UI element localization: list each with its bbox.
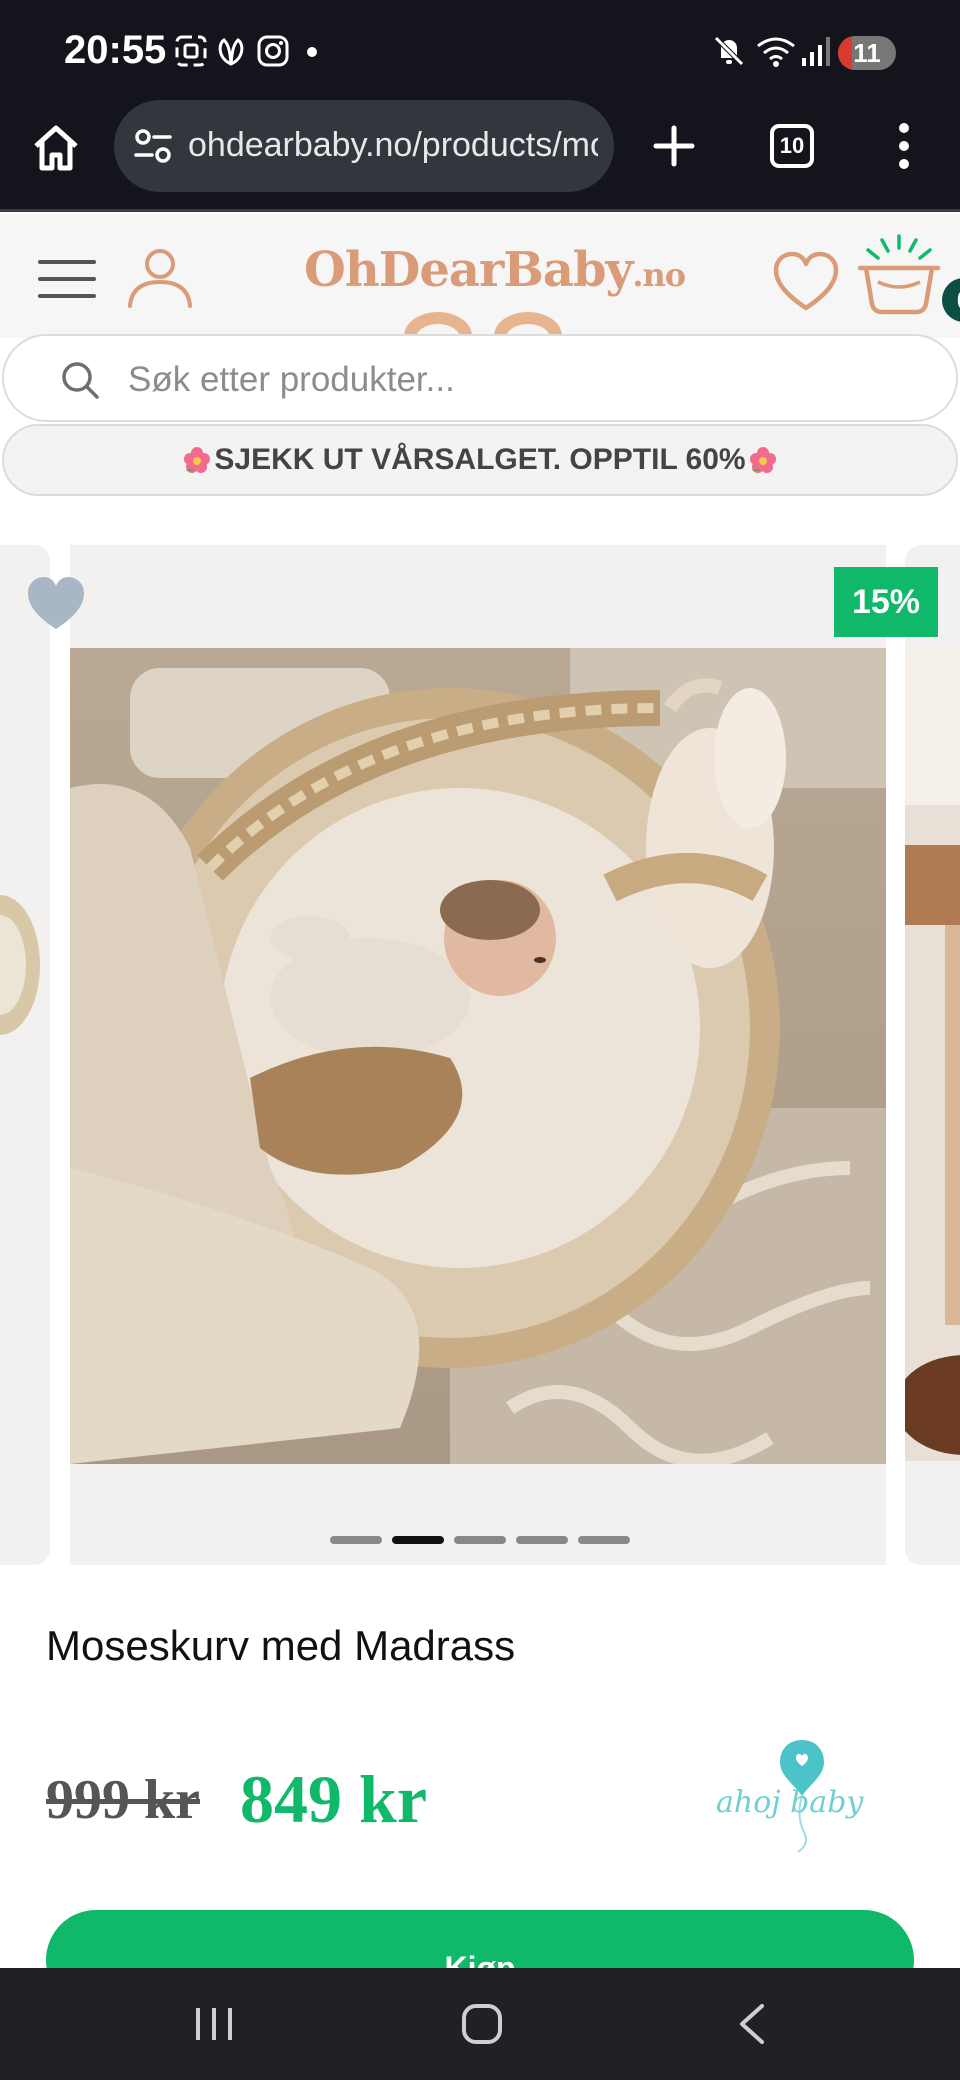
carousel-pagination: [330, 1536, 630, 1544]
wishlist-icon[interactable]: [772, 250, 840, 312]
signal-icon: [802, 37, 830, 66]
account-icon[interactable]: [124, 248, 196, 308]
system-navigation-bar: [0, 1968, 960, 2080]
discount-badge: 15%: [834, 567, 938, 637]
flower-emoji-icon: [749, 447, 776, 473]
previous-slide-image: [0, 895, 40, 1035]
promo-text: SJEKK UT VÅRSALGET. OPPTIL 60%: [214, 443, 746, 476]
site-logo[interactable]: OhDearBaby.no: [304, 242, 686, 298]
carousel-dot[interactable]: [578, 1536, 630, 1544]
back-icon[interactable]: [734, 2002, 768, 2046]
next-slide[interactable]: [905, 545, 960, 1565]
notification-dot: [307, 47, 317, 57]
tab-switcher-button[interactable]: 10: [770, 124, 814, 168]
home-nav-icon[interactable]: [460, 2002, 504, 2046]
status-bar: 20:55 11: [0, 0, 960, 100]
product-title: Moseskurv med Madrass: [46, 1622, 516, 1669]
new-tab-icon[interactable]: [650, 122, 698, 170]
carousel-dot[interactable]: [330, 1536, 382, 1544]
next-slide-image: [905, 645, 960, 1461]
url-text[interactable]: ohdearbaby.no/products/moseskurv-med-mad…: [188, 126, 598, 165]
search-field[interactable]: Søk etter produkter...: [2, 334, 958, 422]
recent-apps-icon[interactable]: [192, 2004, 236, 2044]
carousel-dot[interactable]: [454, 1536, 506, 1544]
logo-tld: .no: [632, 256, 686, 294]
home-icon[interactable]: [30, 122, 82, 174]
original-price: 999 kr: [46, 1769, 200, 1831]
browser-toolbar: ohdearbaby.no/products/moseskurv-med-mad…: [0, 100, 960, 212]
favorite-heart-icon[interactable]: [26, 575, 86, 631]
product-photo: [70, 648, 886, 1464]
status-time: 20:55: [64, 28, 167, 72]
logo-text: OhDearBaby: [304, 242, 633, 298]
promo-banner[interactable]: SJEKK UT VÅRSALGET. OPPTIL 60%: [2, 424, 958, 496]
previous-slide[interactable]: [0, 545, 50, 1565]
mute-icon: [714, 36, 744, 66]
screenshot-icon: [175, 35, 207, 67]
site-header: OhDearBaby.no: [0, 214, 960, 338]
search-placeholder: Søk etter produkter...: [128, 360, 455, 399]
brand-logo[interactable]: ahoj baby: [712, 1736, 900, 1856]
more-options-icon[interactable]: [894, 120, 914, 172]
battery-icon: 11: [838, 36, 896, 70]
battery-level: 11: [853, 37, 881, 68]
carousel-dot[interactable]: [392, 1536, 444, 1544]
menu-icon[interactable]: [38, 258, 96, 300]
cart-basket-icon[interactable]: [856, 234, 942, 316]
brand-name: ahoj baby: [716, 1785, 864, 1820]
flower-emoji-icon: [184, 447, 211, 473]
site-settings-icon[interactable]: [134, 128, 172, 164]
carousel-dot[interactable]: [516, 1536, 568, 1544]
petal-icon: [218, 38, 244, 66]
instagram-icon: [257, 35, 289, 67]
address-bar[interactable]: ohdearbaby.no/products/moseskurv-med-mad…: [114, 100, 614, 192]
sale-price: 849 kr: [240, 1761, 427, 1837]
search-icon: [62, 362, 99, 399]
wifi-icon: [757, 37, 795, 67]
